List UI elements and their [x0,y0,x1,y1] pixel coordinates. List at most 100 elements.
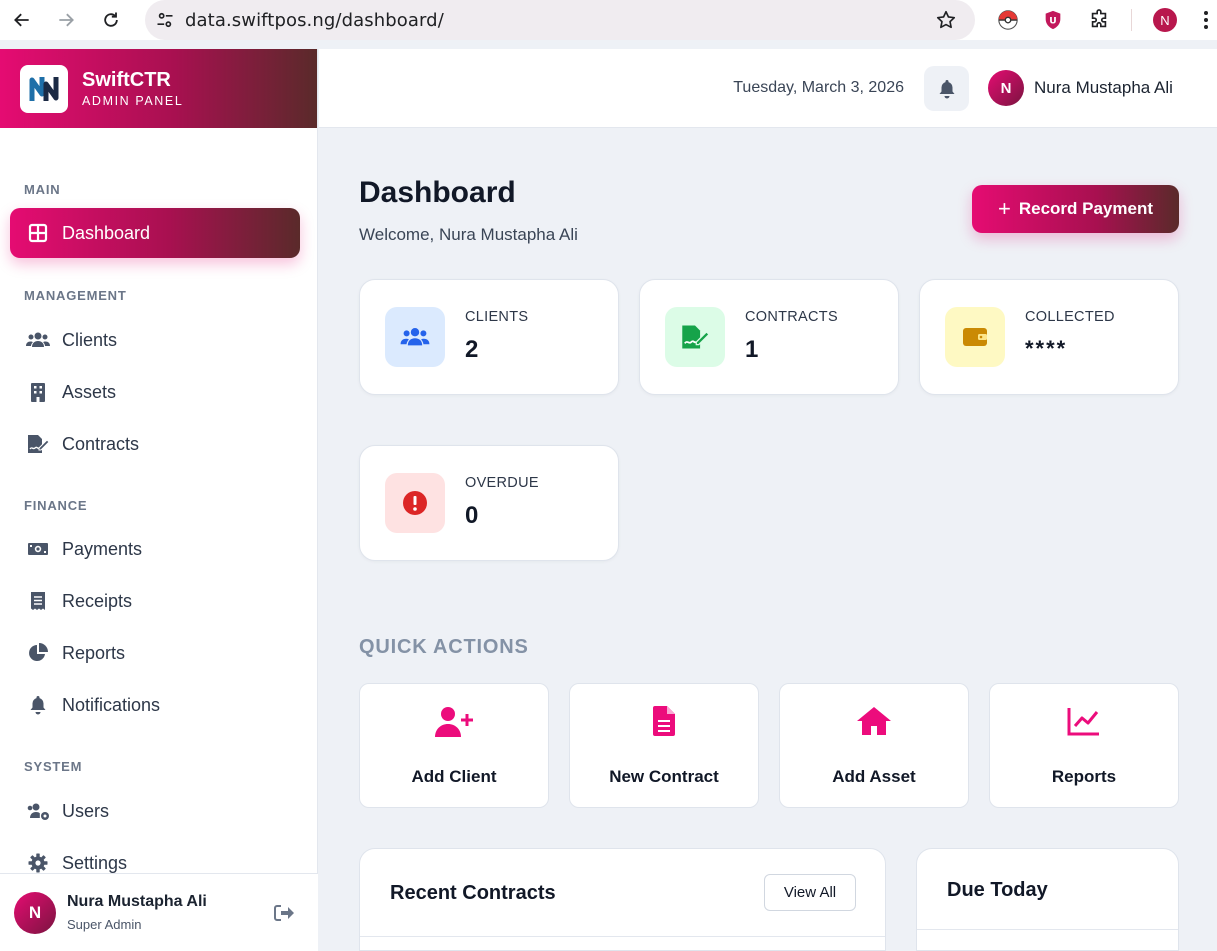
sidebar-item-payments[interactable]: Payments [10,524,300,574]
stat-value: 2 [465,336,479,363]
reload-button[interactable] [89,0,133,40]
quick-action-reports[interactable]: Reports [989,683,1179,808]
url-text[interactable]: data.swiftpos.ng/dashboard/ [185,10,444,31]
users-cog-icon [26,799,50,823]
due-today-title: Due Today [947,879,1048,901]
users-icon [26,328,50,352]
quick-action-add-client[interactable]: Add Client [359,683,549,808]
dashboard-grid-icon [26,221,50,245]
stat-label: OVERDUE [465,475,539,491]
forward-button[interactable] [44,0,88,40]
welcome-text: Welcome, Nura Mustapha Ali [359,225,578,244]
brand-header[interactable]: SwiftCTR ADMIN PANEL [0,49,317,128]
receipt-icon [26,589,50,613]
sidebar-item-label: Settings [62,852,128,873]
due-today-panel: Due Today [916,848,1179,951]
document-icon [570,706,758,736]
stat-card-clients[interactable]: CLIENTS 2 [359,279,619,395]
stat-label: COLLECTED [1025,309,1115,325]
users-icon [385,307,445,367]
quick-action-label: Add Client [411,767,497,786]
shield-extension-icon[interactable]: U [1039,6,1067,34]
stat-card-contracts[interactable]: CONTRACTS 1 [639,279,899,395]
bookmark-star-icon[interactable] [935,9,957,36]
brand-subtitle: ADMIN PANEL [82,94,184,108]
page-title: Dashboard [359,176,516,209]
reload-icon [104,12,118,27]
stat-label: CONTRACTS [745,309,838,325]
sidebar-item-receipts[interactable]: Receipts [10,576,300,626]
sidebar-item-label: Payments [62,538,143,559]
quick-action-new-contract[interactable]: New Contract [569,683,759,808]
sidebar-item-users[interactable]: Users [10,786,300,836]
panel-divider [917,929,1178,930]
sidebar-item-assets[interactable]: Assets [10,367,300,417]
stat-label: CLIENTS [465,309,529,325]
browser-toolbar: data.swiftpos.ng/dashboard/ U N [0,0,1217,40]
address-bar[interactable]: data.swiftpos.ng/dashboard/ [145,0,975,40]
sidebar-item-reports[interactable]: Reports [10,628,300,678]
stat-value-masked: **** [1025,336,1068,361]
sidebar-item-label: Reports [62,642,126,663]
stat-card-collected[interactable]: COLLECTED **** [919,279,1179,395]
sidebar-item-label: Receipts [62,590,133,611]
sidebar-item-dashboard[interactable]: Dashboard [10,208,300,258]
section-label-main: MAIN [24,182,61,197]
pokeball-extension-icon[interactable] [994,6,1022,34]
alert-circle-icon [385,473,445,533]
building-icon [26,380,50,404]
line-chart-icon [990,706,1178,736]
avatar: N [14,891,56,934]
section-label-finance: FINANCE [24,498,88,513]
wallet-icon [945,307,1005,367]
arrow-right-icon [59,13,74,27]
record-payment-label: Record Payment [1018,199,1154,218]
toolbar-divider [1131,9,1132,31]
user-menu[interactable]: N Nura Mustapha Ali [988,70,1173,106]
top-user-name: Nura Mustapha Ali [1034,78,1173,97]
current-date: Tuesday, March 3, 2026 [733,79,904,96]
stat-value: 0 [465,502,479,529]
sidebar-user-footer: N Nura Mustapha Ali Super Admin [0,873,318,951]
sidebar-item-notifications[interactable]: Notifications [10,680,300,730]
sidebar-item-label: Assets [62,381,117,402]
sidebar-item-label: Dashboard [62,222,151,243]
footer-user-name: Nura Mustapha Ali [67,893,207,910]
recent-contracts-panel: Recent Contracts View All [359,848,886,951]
sidebar-item-label: Users [62,800,110,821]
notifications-button[interactable] [924,66,969,111]
puzzle-extensions-icon[interactable] [1085,6,1113,34]
site-info-icon[interactable] [145,0,185,40]
bell-icon [26,693,50,717]
view-all-button[interactable]: View All [764,874,856,911]
browser-profile-button[interactable]: N [1151,6,1179,34]
sidebar-item-label: Clients [62,329,118,350]
arrow-left-icon [14,13,29,27]
avatar: N [988,70,1024,106]
home-icon [780,706,968,736]
sidebar-item-label: Notifications [62,694,161,715]
logout-icon[interactable] [274,904,294,927]
user-plus-icon [360,706,548,738]
brand-title: SwiftCTR [82,69,171,91]
sidebar-item-clients[interactable]: Clients [10,315,300,365]
back-button[interactable] [0,0,44,40]
gear-icon [26,851,50,875]
quick-actions-heading: QUICK ACTIONS [359,636,529,658]
profile-avatar: N [1153,8,1177,32]
file-signature-icon [665,307,725,367]
stat-card-overdue[interactable]: OVERDUE 0 [359,445,619,561]
section-label-system: SYSTEM [24,759,83,774]
quick-action-add-asset[interactable]: Add Asset [779,683,969,808]
browser-menu-icon[interactable] [1196,6,1216,34]
record-payment-button[interactable]: + Record Payment [972,185,1179,233]
sidebar-item-contracts[interactable]: Contracts [10,419,300,469]
stat-value: 1 [745,336,759,363]
quick-action-label: Add Asset [832,767,916,786]
sidebar-item-label: Contracts [62,433,140,454]
quick-action-label: New Contract [609,767,719,786]
file-signature-icon [26,432,50,456]
bell-icon [939,79,954,98]
money-icon [26,537,50,561]
panel-divider [360,936,885,937]
